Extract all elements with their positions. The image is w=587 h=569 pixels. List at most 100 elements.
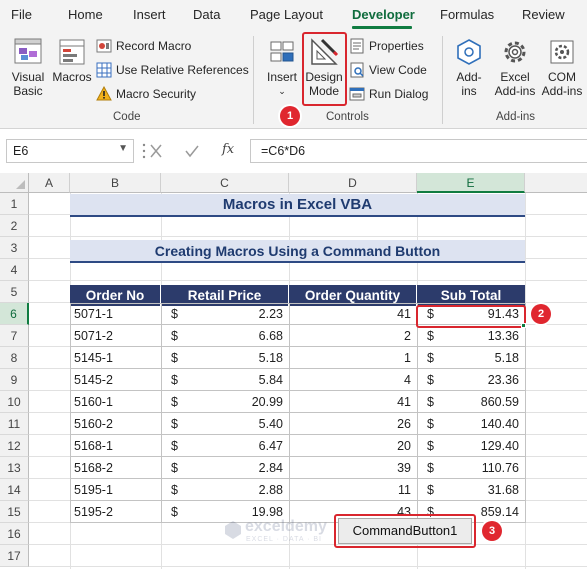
row-header[interactable]: 16 (0, 523, 29, 545)
excel-addins-button[interactable]: Excel Add-ins (492, 36, 538, 98)
cell-quantity-value: 2 (404, 329, 411, 343)
properties-button[interactable]: Properties (349, 36, 424, 56)
macros-button[interactable]: Macros (50, 36, 94, 84)
cell-order-no[interactable]: 5145-1 (70, 347, 161, 369)
column-header-a[interactable]: A (29, 173, 70, 193)
cell-sub-total[interactable]: $129.40 (417, 435, 525, 457)
cell-sub-total[interactable]: $5.18 (417, 347, 525, 369)
select-all-corner[interactable] (0, 173, 29, 193)
column-header-f[interactable] (525, 173, 587, 193)
view-code-button[interactable]: View Code (349, 60, 427, 80)
cell-retail-price[interactable]: $5.40 (161, 413, 289, 435)
cell-retail-price[interactable]: $6.47 (161, 435, 289, 457)
use-relative-references-button[interactable]: Use Relative References (96, 60, 249, 80)
row-header[interactable]: 10 (0, 391, 29, 413)
cell-retail-price[interactable]: $2.84 (161, 457, 289, 479)
cell-order-no[interactable]: 5145-2 (70, 369, 161, 391)
cell-retail-price[interactable]: $2.88 (161, 479, 289, 501)
enter-check-icon[interactable] (185, 145, 199, 158)
insert-controls-button[interactable]: Insert ⌄ (262, 36, 302, 98)
row-header[interactable]: 9 (0, 369, 29, 391)
cell-quantity[interactable]: 11 (289, 479, 417, 501)
cell-order-no[interactable]: 5195-2 (70, 501, 161, 523)
row-header[interactable]: 14 (0, 479, 29, 501)
row-header[interactable]: 3 (0, 237, 29, 259)
cell-order-no[interactable]: 5071-2 (70, 325, 161, 347)
fill-handle[interactable] (521, 323, 526, 328)
cell-sub-total[interactable]: $860.59 (417, 391, 525, 413)
chevron-down-icon[interactable]: ▼ (118, 143, 128, 154)
column-header-c[interactable]: C (161, 173, 289, 193)
macro-security-button[interactable]: Macro Security (96, 84, 196, 104)
cancel-icon[interactable] (150, 144, 162, 158)
cell-quantity[interactable]: 41 (289, 303, 417, 325)
record-macro-icon (96, 39, 112, 53)
command-button[interactable]: CommandButton1 (338, 518, 472, 544)
cell-retail-price[interactable]: $2.23 (161, 303, 289, 325)
cell-order-no[interactable]: 5160-1 (70, 391, 161, 413)
cell-order-no-value: 5160-1 (74, 395, 113, 409)
insert-function-icon[interactable]: fx (222, 142, 234, 157)
cell-quantity[interactable]: 4 (289, 369, 417, 391)
cell-order-no[interactable]: 5071-1 (70, 303, 161, 325)
cell-retail-price[interactable]: $20.99 (161, 391, 289, 413)
row-header[interactable]: 5 (0, 281, 29, 303)
column-header-b[interactable]: B (70, 173, 161, 193)
tab-developer[interactable]: Developer (352, 7, 415, 22)
selected-cell-highlight (416, 305, 526, 328)
table-border (161, 303, 162, 523)
cell-quantity[interactable]: 2 (289, 325, 417, 347)
cell-order-no[interactable]: 5195-1 (70, 479, 161, 501)
cell-order-no[interactable]: 5160-2 (70, 413, 161, 435)
visual-basic-icon (14, 38, 42, 64)
cell-quantity[interactable]: 41 (289, 391, 417, 413)
tab-home[interactable]: Home (68, 7, 103, 22)
row-header[interactable]: 6 (0, 303, 29, 325)
ribbon-tab-bar: File Home Insert Data Page Layout Develo… (0, 0, 587, 30)
table-border (70, 434, 525, 435)
cell-sub-total[interactable]: $31.68 (417, 479, 525, 501)
record-macro-button[interactable]: Record Macro (96, 36, 191, 56)
cell-retail-price[interactable]: $6.68 (161, 325, 289, 347)
column-header-d[interactable]: D (289, 173, 417, 193)
cell-retail-price[interactable]: $5.18 (161, 347, 289, 369)
row-header[interactable]: 15 (0, 501, 29, 523)
cell-quantity[interactable]: 1 (289, 347, 417, 369)
formula-input[interactable]: =C6*D6 (250, 139, 587, 163)
row-header[interactable]: 12 (0, 435, 29, 457)
tab-insert[interactable]: Insert (133, 7, 166, 22)
column-header-e[interactable]: E (417, 173, 525, 193)
visual-basic-button[interactable]: Visual Basic (6, 36, 50, 98)
cell-order-no[interactable]: 5168-2 (70, 457, 161, 479)
cell-sub-total-value: 31.68 (487, 483, 519, 497)
cell-quantity[interactable]: 39 (289, 457, 417, 479)
currency-symbol: $ (427, 461, 434, 475)
tab-file[interactable]: File (11, 7, 32, 22)
cell-order-no[interactable]: 5168-1 (70, 435, 161, 457)
name-box[interactable]: E6 ▼ (6, 139, 134, 163)
com-addins-button[interactable]: COM Add-ins (539, 36, 585, 98)
callout-badge-2: 2 (531, 304, 551, 324)
tab-review[interactable]: Review (522, 7, 565, 22)
row-header[interactable]: 11 (0, 413, 29, 435)
row-header[interactable]: 7 (0, 325, 29, 347)
addins-button[interactable]: Add- ins (448, 36, 490, 98)
row-header[interactable]: 2 (0, 215, 29, 237)
row-header[interactable]: 8 (0, 347, 29, 369)
cell-sub-total[interactable]: $13.36 (417, 325, 525, 347)
row-header[interactable]: 4 (0, 259, 29, 281)
tab-formulas[interactable]: Formulas (440, 7, 494, 22)
cell-sub-total[interactable]: $110.76 (417, 457, 525, 479)
cell-sub-total[interactable]: $23.36 (417, 369, 525, 391)
row-header[interactable]: 1 (0, 193, 29, 215)
cell-sub-total-value: 129.40 (480, 439, 519, 453)
row-header[interactable]: 13 (0, 457, 29, 479)
tab-page-layout[interactable]: Page Layout (250, 7, 323, 22)
tab-data[interactable]: Data (193, 7, 220, 22)
cell-quantity[interactable]: 26 (289, 413, 417, 435)
cell-retail-price[interactable]: $5.84 (161, 369, 289, 391)
run-dialog-button[interactable]: Run Dialog (349, 84, 428, 104)
cell-sub-total[interactable]: $140.40 (417, 413, 525, 435)
cell-quantity[interactable]: 20 (289, 435, 417, 457)
row-header[interactable]: 17 (0, 545, 29, 567)
